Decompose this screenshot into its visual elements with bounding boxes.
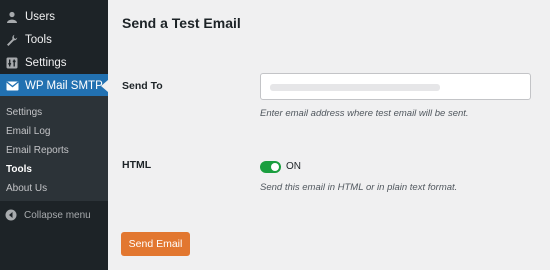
wp-mail-smtp-icon — [5, 79, 19, 93]
admin-sidebar: Users Tools Settings WP Mail SMTP Settin… — [0, 0, 108, 270]
sidebar-item-users[interactable]: Users — [0, 6, 108, 28]
redacted-email-text — [270, 84, 440, 91]
user-icon — [5, 10, 19, 24]
send-to-description: Enter email address where test email wil… — [260, 108, 469, 119]
sidebar-item-label: Tools — [25, 34, 52, 46]
submenu-item-tools[interactable]: Tools — [6, 164, 32, 175]
submenu-item-about-us[interactable]: About Us — [6, 183, 47, 194]
collapse-menu-label: Collapse menu — [24, 209, 91, 221]
sidebar-item-label: WP Mail SMTP — [25, 80, 103, 92]
sidebar-item-tools[interactable]: Tools — [0, 29, 108, 51]
sidebar-item-wp-mail-smtp[interactable]: WP Mail SMTP — [0, 74, 108, 98]
main-content: Send a Test Email Send To Enter email ad… — [108, 0, 550, 270]
sidebar-item-label: Users — [25, 11, 56, 23]
submenu-item-email-reports[interactable]: Email Reports — [6, 145, 69, 156]
submenu-item-settings[interactable]: Settings — [6, 107, 42, 118]
html-label: HTML — [122, 159, 152, 171]
send-email-button[interactable]: Send Email — [121, 232, 190, 256]
html-toggle[interactable] — [260, 161, 281, 173]
submenu-item-email-log[interactable]: Email Log — [6, 126, 50, 137]
collapse-menu-button[interactable]: Collapse menu — [0, 206, 91, 224]
submenu: Settings Email Log Email Reports Tools A… — [0, 96, 108, 201]
toggle-knob — [271, 163, 279, 171]
send-to-label: Send To — [122, 80, 163, 92]
page-title: Send a Test Email — [122, 15, 241, 31]
html-description: Send this email in HTML or in plain text… — [260, 182, 458, 193]
sidebar-item-settings[interactable]: Settings — [0, 52, 108, 74]
collapse-icon — [5, 209, 17, 221]
wrench-icon — [5, 33, 19, 47]
html-toggle-state: ON — [286, 161, 301, 172]
sidebar-item-label: Settings — [25, 57, 67, 69]
current-menu-arrow — [101, 80, 108, 92]
settings-icon — [5, 56, 19, 70]
